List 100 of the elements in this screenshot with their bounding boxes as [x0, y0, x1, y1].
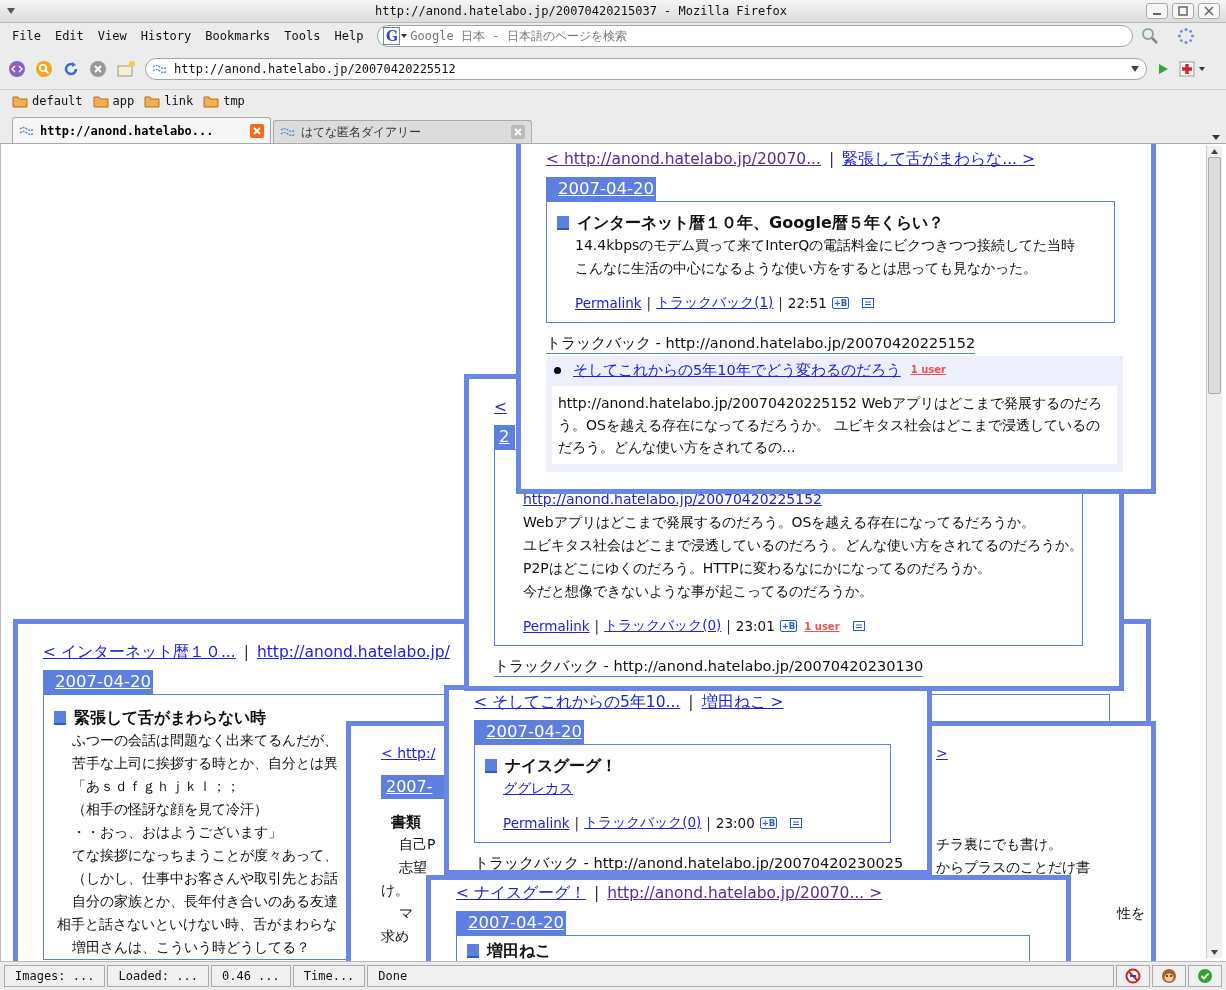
caret-icon[interactable] [1212, 135, 1220, 140]
body-text: からプラスのことだけ書 [936, 858, 1091, 877]
caret-icon[interactable] [401, 34, 408, 38]
square-icon [557, 216, 569, 230]
body-text: 苦手な上司に挨拶する時とか、自分とは異 [71, 754, 338, 773]
date-link[interactable]: 2007-04-20 [456, 911, 566, 935]
caret-icon[interactable] [1131, 66, 1139, 72]
separator: | [243, 642, 249, 662]
entry-title: 緊張して舌がまわらない時 [74, 707, 266, 729]
stop-icon[interactable] [89, 60, 107, 78]
prev-link[interactable]: < http://anond.hatelabo.jp/20070... [546, 149, 821, 169]
comment-icon[interactable] [862, 297, 875, 309]
caret-icon[interactable] [1199, 67, 1205, 71]
prev-link[interactable]: < インターネット暦１０... [43, 642, 236, 662]
first-aid-icon[interactable] [1179, 61, 1195, 77]
search-engine-button[interactable]: G [383, 27, 401, 45]
block-icon[interactable] [1116, 965, 1150, 987]
post-time: 23:00 [715, 815, 755, 831]
separator: | [688, 692, 694, 712]
bookmark-add-button[interactable]: +B [831, 297, 850, 309]
window-menu-icon[interactable] [6, 7, 16, 15]
date-link[interactable]: 2007-04-20 [43, 670, 153, 694]
menu-item[interactable]: Tools [278, 29, 329, 43]
body-text: 相手と話さないといけない時、舌がまわらな [56, 915, 337, 934]
go-icon[interactable] [1156, 62, 1170, 76]
bookmark-folder[interactable]: tmp [203, 94, 245, 108]
trackback-excerpt: http://anond.hatelabo.jp/20070420225152 Webアプリはどこまで発展するのだろう。OSを越える存在になってるだろうか。 ユビキタス社会はどこまで浸透しているのだろう。どんな使い方をされてるの... [552, 386, 1117, 464]
spinner-icon [1177, 27, 1196, 45]
post-time: 22:51 [787, 295, 827, 311]
date-link[interactable]: 2007-04-20 [474, 720, 584, 744]
folder-icon [144, 94, 161, 108]
entry-link[interactable]: http://anond.hatelabo.jp/20070420225152 [523, 491, 822, 507]
users-link[interactable]: 1 user [804, 620, 840, 632]
entry-link[interactable]: ググレカス [503, 780, 573, 796]
date-link[interactable]: 2 [494, 425, 515, 449]
status-text: Done [367, 965, 1114, 987]
body-text: ユビキタス社会はどこまで浸透しているのだろう。どんな使い方をされてるのだろうか。 [522, 536, 1083, 555]
menu-item[interactable]: Edit [48, 29, 92, 43]
close-button[interactable] [1198, 3, 1220, 19]
next-link[interactable]: http://anond.hatelabo.jp/20070... > [607, 883, 883, 903]
check-icon [1188, 965, 1222, 987]
tab[interactable]: http://anond.hatelabo... [12, 117, 271, 143]
footer-link[interactable]: Permalink [503, 815, 570, 831]
body-text: こんなに生活の中心になるような使い方をするとは思っても見なかった。 [574, 259, 1037, 278]
date-link[interactable]: 2007-04-20 [546, 177, 656, 201]
prev-link[interactable]: < そしてこれからの5年10... [474, 692, 681, 712]
tab[interactable]: はてな匿名ダイアリー [273, 120, 532, 143]
entry-title: ナイスグーグ！ [505, 755, 617, 777]
comment-icon[interactable] [790, 817, 803, 829]
scrollbar[interactable] [1206, 146, 1222, 958]
scrollbar-thumb[interactable] [1208, 157, 1221, 394]
menu-item[interactable]: View [91, 29, 135, 43]
down-arrow-icon[interactable] [1211, 950, 1218, 955]
menu-item[interactable]: Bookmarks [199, 29, 279, 43]
body-text: ・・おっ、おはようございます」 [71, 823, 282, 842]
square-icon [467, 944, 479, 958]
minimize-button[interactable] [1146, 3, 1168, 19]
body-text: け。 [381, 881, 410, 900]
footer-link[interactable]: Permalink [523, 618, 590, 634]
footer-link[interactable]: トラックバック(1) [656, 294, 774, 312]
next-link[interactable]: http://anond.hatelabo.jp/ [256, 642, 450, 662]
status-text: Images: ... [4, 965, 106, 987]
bookmark-folder[interactable]: link [144, 94, 194, 108]
body-text: 性を [1117, 904, 1145, 923]
comment-icon[interactable] [852, 620, 865, 632]
trackback-link[interactable]: そしてこれからの5年10年でどう変わるのだろう [573, 360, 901, 380]
monkey-icon[interactable] [1152, 965, 1186, 987]
next-link[interactable]: 増田ねこ > [701, 692, 784, 712]
menu-item[interactable]: File [6, 29, 49, 43]
bookmark-folder[interactable]: app [92, 94, 135, 108]
next-link[interactable]: 緊張して舌がまわらな... > [842, 149, 1035, 169]
prev-link[interactable]: < http:/ [381, 744, 444, 761]
reload-icon[interactable] [62, 60, 80, 78]
close-icon[interactable] [250, 123, 264, 138]
body-text: 志望 [398, 858, 428, 877]
next-link[interactable]: > [936, 744, 1145, 761]
bookmark-folder[interactable]: default [12, 94, 83, 108]
body-text: （相手の怪訝な顔を見て冷汗） [71, 800, 268, 819]
bullet-icon [554, 366, 561, 374]
code-icon[interactable] [8, 60, 26, 78]
up-arrow-icon[interactable] [1211, 149, 1218, 154]
window-title: http://anond.hatelabo.jp/20070420215037 - Mozilla Firefox [374, 4, 788, 18]
prev-link[interactable]: < [494, 397, 507, 417]
separator: | [594, 618, 600, 634]
maximize-button[interactable] [1172, 3, 1194, 19]
separator: | [574, 815, 580, 831]
search-icon[interactable] [1141, 27, 1160, 45]
post-time: 23:01 [735, 618, 775, 634]
body-text: てな挨拶になっちまうことが度々あって、 [71, 846, 338, 865]
bookmark-add-button[interactable]: +B [779, 620, 798, 632]
status-text: Time... [292, 965, 366, 987]
menu-item[interactable]: History [134, 29, 200, 43]
footer-link[interactable]: Permalink [575, 295, 642, 311]
address-field[interactable]: http://anond.hatelabo.jp/20070420225512 [145, 58, 1147, 80]
footer-link[interactable]: トラックバック(0) [584, 814, 702, 832]
date-link[interactable]: 2007- [381, 775, 444, 799]
bookmark-add-button[interactable]: +B [759, 817, 778, 829]
footer-link[interactable]: トラックバック(0) [604, 617, 722, 635]
prev-link[interactable]: < ナイスグーグ！ [456, 883, 586, 903]
menu-item[interactable]: Help [328, 29, 372, 43]
